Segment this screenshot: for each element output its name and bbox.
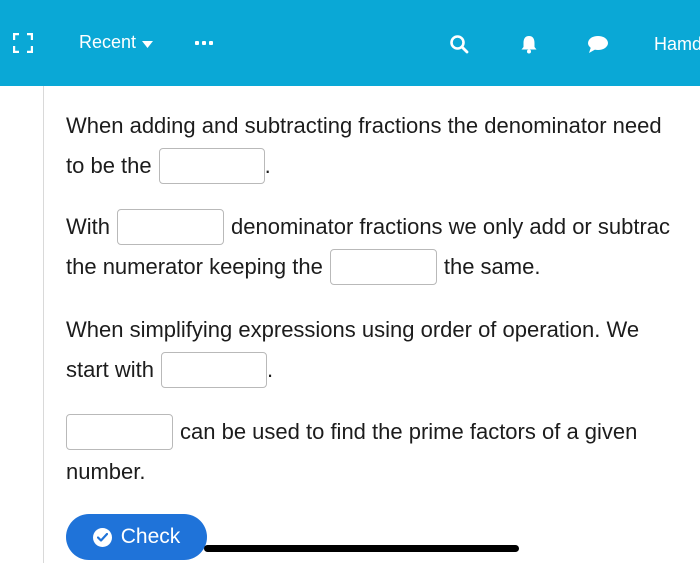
checkmark-icon <box>92 527 112 547</box>
user-name[interactable]: Hamd <box>654 34 700 55</box>
content-divider <box>43 86 44 563</box>
top-navigation-bar: Recent Hamd <box>0 0 700 86</box>
question-3: When simplifying expressions using order… <box>66 310 639 390</box>
check-button[interactable]: Check <box>66 514 207 560</box>
recent-dropdown[interactable]: Recent <box>79 32 154 53</box>
more-icon[interactable] <box>195 36 213 50</box>
blank-1-input[interactable] <box>158 148 265 184</box>
question-1-text-a: When adding and subtracting fractions th… <box>66 113 662 138</box>
question-2-text-a: With <box>66 214 110 239</box>
question-3-text-b: start with <box>66 357 155 382</box>
question-4-text-b: number. <box>66 459 146 484</box>
question-1-text-b: to be the <box>66 153 152 178</box>
question-2-text-b: denominator fractions we only add or sub… <box>231 214 671 239</box>
question-4: can be used to find the prime factors of… <box>66 412 637 492</box>
home-indicator[interactable] <box>204 545 519 552</box>
blank-3-input[interactable] <box>329 249 437 285</box>
expand-icon[interactable] <box>12 32 34 54</box>
chat-icon[interactable] <box>587 33 609 55</box>
chevron-down-icon <box>142 32 154 53</box>
check-button-label: Check <box>120 525 181 548</box>
bell-icon[interactable] <box>518 33 540 55</box>
question-1: When adding and subtracting fractions th… <box>66 106 662 186</box>
recent-label: Recent <box>79 32 137 52</box>
question-3-text-a: When simplifying expressions using order… <box>66 317 640 342</box>
blank-2-input[interactable] <box>117 209 224 245</box>
question-3-text-c: . <box>267 357 274 382</box>
question-2-text-c: the numerator keeping the <box>66 254 323 279</box>
search-icon[interactable] <box>448 33 470 55</box>
question-2: With denominator fractions we only add o… <box>66 207 670 287</box>
question-2-text-d: the same. <box>443 254 541 279</box>
blank-4-input[interactable] <box>161 352 268 388</box>
question-4-text-a: can be used to find the prime factors of… <box>180 419 638 444</box>
blank-5-input[interactable] <box>66 414 173 450</box>
question-1-text-c: . <box>264 153 271 178</box>
